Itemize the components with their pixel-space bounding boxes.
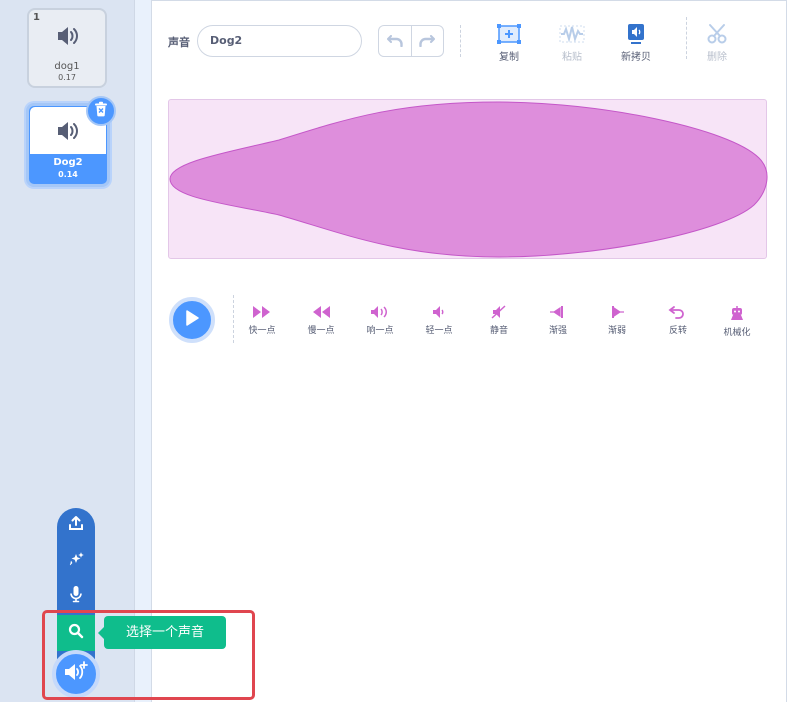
new-copy-icon bbox=[614, 23, 658, 45]
delete-selection-button[interactable]: 删除 bbox=[695, 23, 739, 63]
sparkle-icon bbox=[68, 551, 84, 571]
sound-tile-name: Dog2 bbox=[53, 157, 83, 168]
upload-sound-button[interactable] bbox=[57, 508, 95, 542]
effect-fade-out-button[interactable]: 渐弱 bbox=[592, 305, 642, 336]
fade-out-icon bbox=[592, 305, 642, 319]
effect-robot-button[interactable]: 机械化 bbox=[712, 305, 762, 338]
effect-label: 渐弱 bbox=[607, 326, 626, 336]
effect-softer-button[interactable]: 轻一点 bbox=[414, 305, 464, 336]
play-icon bbox=[185, 310, 199, 330]
highlight-annotation-box bbox=[42, 610, 255, 700]
trash-icon bbox=[93, 101, 109, 121]
upload-icon bbox=[68, 515, 84, 535]
effect-louder-button[interactable]: 响一点 bbox=[355, 305, 405, 336]
effect-fade-in-button[interactable]: 渐强 bbox=[533, 305, 583, 336]
sound-name-label: 声音 bbox=[168, 36, 190, 49]
effect-label: 快一点 bbox=[248, 326, 276, 336]
effect-label: 响一点 bbox=[366, 326, 394, 336]
volume-down-icon bbox=[414, 305, 464, 319]
toolbar-divider bbox=[460, 25, 461, 57]
sound-tile-dog1[interactable]: 1 dog1 0.17 bbox=[27, 8, 107, 88]
reverse-icon bbox=[653, 305, 703, 319]
sound-tile-index: 2 bbox=[32, 109, 39, 120]
speaker-icon bbox=[55, 24, 83, 48]
sound-name-input[interactable]: Dog2 bbox=[197, 25, 362, 57]
sound-tile-name: dog1 bbox=[54, 61, 80, 72]
toolbar-divider bbox=[686, 17, 687, 59]
effect-mute-button[interactable]: 静音 bbox=[474, 305, 524, 336]
paste-label: 粘贴 bbox=[562, 52, 582, 63]
paste-button[interactable]: 粘贴 bbox=[550, 23, 594, 63]
robot-icon bbox=[712, 305, 762, 321]
effect-label: 轻一点 bbox=[425, 326, 453, 336]
effect-label: 渐强 bbox=[548, 326, 567, 336]
mute-icon bbox=[474, 305, 524, 319]
copy-to-new-button[interactable]: 新拷贝 bbox=[614, 23, 658, 63]
sound-editor-window: 1 dog1 0.17 2 Dog2 0.14 声音 Dog2 复制 粘贴 新拷… bbox=[0, 0, 787, 702]
copy-label: 复制 bbox=[499, 52, 519, 63]
waveform-shape bbox=[169, 101, 768, 258]
undo-redo-group bbox=[378, 25, 444, 57]
effect-slower-button[interactable]: 慢一点 bbox=[296, 305, 346, 336]
panel-divider bbox=[135, 0, 152, 702]
scissors-icon bbox=[695, 23, 739, 45]
volume-up-icon bbox=[355, 305, 405, 319]
sound-tile-duration: 0.17 bbox=[58, 73, 76, 82]
effects-divider bbox=[233, 295, 234, 343]
sound-tile-duration: 0.14 bbox=[58, 170, 78, 179]
paste-icon bbox=[550, 23, 594, 45]
effect-label: 静音 bbox=[489, 326, 508, 336]
copy-icon bbox=[487, 23, 531, 45]
copy-button[interactable]: 复制 bbox=[487, 23, 531, 63]
fast-forward-icon bbox=[237, 305, 287, 319]
sound-editor-panel: 声音 Dog2 复制 粘贴 新拷贝 删除 快一点 慢一点 响一点 轻一点 静音 … bbox=[152, 0, 787, 702]
new-copy-label: 新拷贝 bbox=[621, 52, 651, 63]
rewind-icon bbox=[296, 305, 346, 319]
surprise-sound-button[interactable] bbox=[57, 544, 95, 578]
effect-label: 慢一点 bbox=[307, 326, 335, 336]
effect-label: 反转 bbox=[668, 326, 687, 336]
sound-tile-index: 1 bbox=[33, 12, 40, 23]
play-button[interactable] bbox=[169, 297, 215, 343]
redo-icon bbox=[419, 32, 436, 51]
delete-label: 删除 bbox=[707, 52, 727, 63]
effect-faster-button[interactable]: 快一点 bbox=[237, 305, 287, 336]
fade-in-icon bbox=[533, 305, 583, 319]
effect-label: 机械化 bbox=[723, 328, 751, 338]
speaker-icon bbox=[55, 119, 83, 143]
undo-icon bbox=[386, 32, 403, 51]
record-sound-button[interactable] bbox=[57, 579, 95, 613]
waveform-display[interactable] bbox=[168, 99, 768, 259]
delete-sound-button[interactable] bbox=[86, 96, 116, 126]
undo-button[interactable] bbox=[379, 26, 412, 56]
effect-reverse-button[interactable]: 反转 bbox=[653, 305, 703, 336]
redo-button[interactable] bbox=[412, 26, 444, 56]
microphone-icon bbox=[69, 585, 83, 607]
